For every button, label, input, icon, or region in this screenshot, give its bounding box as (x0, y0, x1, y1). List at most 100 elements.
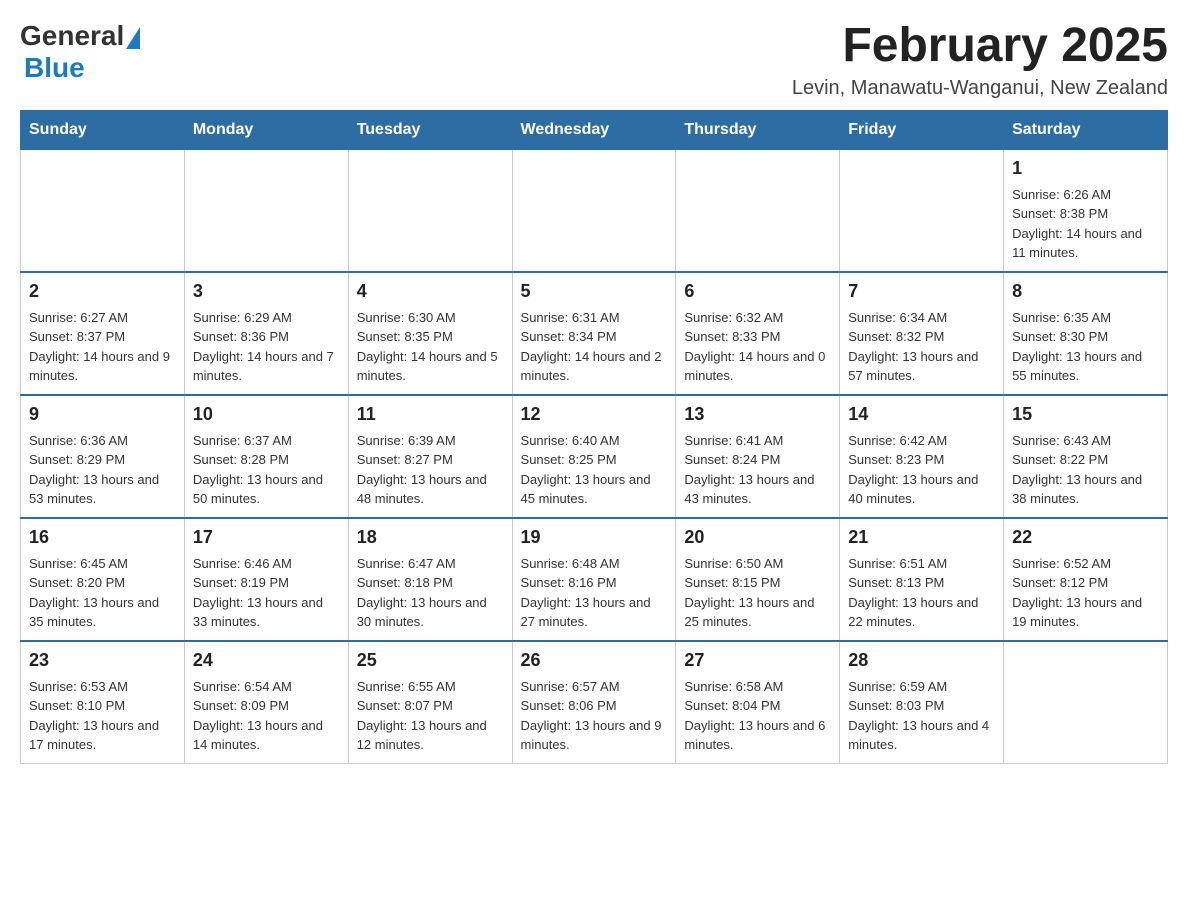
calendar-day-cell (348, 149, 512, 272)
day-number: 27 (684, 650, 831, 671)
day-number: 5 (521, 281, 668, 302)
day-number: 25 (357, 650, 504, 671)
day-number: 26 (521, 650, 668, 671)
calendar-day-cell: 22 Sunrise: 6:52 AM Sunset: 8:12 PM Dayli… (1004, 518, 1168, 641)
calendar-day-cell: 17 Sunrise: 6:46 AM Sunset: 8:19 PM Dayli… (184, 518, 348, 641)
day-of-week-header: Thursday (676, 110, 840, 149)
calendar-day-cell: 6 Sunrise: 6:32 AM Sunset: 8:33 PM Daylig… (676, 272, 840, 395)
calendar-day-cell: 8Sunrise: 6:35 AM Sunset: 8:30 PM Daylig… (1004, 272, 1168, 395)
day-info: Sunrise: 6:42 AM Sunset: 8:23 PM Dayligh… (848, 431, 995, 509)
logo: General Blue (20, 20, 140, 84)
day-info: Sunrise: 6:31 AM Sunset: 8:34 PM Dayligh… (521, 308, 668, 386)
day-info: Sunrise: 6:37 AM Sunset: 8:28 PM Dayligh… (193, 431, 340, 509)
title-section: February 2025 Levin, Manawatu-Wanganui, … (792, 20, 1168, 100)
day-number: 17 (193, 527, 340, 548)
day-of-week-header: Saturday (1004, 110, 1168, 149)
day-info: Sunrise: 6:34 AM Sunset: 8:32 PM Dayligh… (848, 308, 995, 386)
day-info: Sunrise: 6:29 AM Sunset: 8:36 PM Dayligh… (193, 308, 340, 386)
calendar-day-cell: 20Sunrise: 6:50 AM Sunset: 8:15 PM Dayli… (676, 518, 840, 641)
calendar-day-cell: 10 Sunrise: 6:37 AM Sunset: 8:28 PM Dayli… (184, 395, 348, 518)
day-of-week-header: Monday (184, 110, 348, 149)
calendar-day-cell: 13 Sunrise: 6:41 AM Sunset: 8:24 PM Dayli… (676, 395, 840, 518)
day-info: Sunrise: 6:46 AM Sunset: 8:19 PM Dayligh… (193, 554, 340, 632)
day-info: Sunrise: 6:58 AM Sunset: 8:04 PM Dayligh… (684, 677, 831, 755)
day-info: Sunrise: 6:47 AM Sunset: 8:18 PM Dayligh… (357, 554, 504, 632)
calendar-day-cell: 4 Sunrise: 6:30 AM Sunset: 8:35 PM Daylig… (348, 272, 512, 395)
calendar-header-row: SundayMondayTuesdayWednesdayThursdayFrid… (21, 110, 1168, 149)
calendar-day-cell: 18 Sunrise: 6:47 AM Sunset: 8:18 PM Dayli… (348, 518, 512, 641)
calendar-day-cell: 7 Sunrise: 6:34 AM Sunset: 8:32 PM Daylig… (840, 272, 1004, 395)
day-number: 12 (521, 404, 668, 425)
day-info: Sunrise: 6:59 AM Sunset: 8:03 PM Dayligh… (848, 677, 995, 755)
calendar-week-row: 23Sunrise: 6:53 AM Sunset: 8:10 PM Dayli… (21, 641, 1168, 764)
day-number: 21 (848, 527, 995, 548)
day-number: 10 (193, 404, 340, 425)
calendar-day-cell: 12Sunrise: 6:40 AM Sunset: 8:25 PM Dayli… (512, 395, 676, 518)
calendar-day-cell: 14 Sunrise: 6:42 AM Sunset: 8:23 PM Dayli… (840, 395, 1004, 518)
day-info: Sunrise: 6:51 AM Sunset: 8:13 PM Dayligh… (848, 554, 995, 632)
day-info: Sunrise: 6:26 AM Sunset: 8:38 PM Dayligh… (1012, 185, 1159, 263)
day-info: Sunrise: 6:32 AM Sunset: 8:33 PM Dayligh… (684, 308, 831, 386)
day-info: Sunrise: 6:57 AM Sunset: 8:06 PM Dayligh… (521, 677, 668, 755)
day-number: 18 (357, 527, 504, 548)
day-of-week-header: Wednesday (512, 110, 676, 149)
day-number: 19 (521, 527, 668, 548)
day-number: 16 (29, 527, 176, 548)
calendar-week-row: 2 Sunrise: 6:27 AM Sunset: 8:37 PM Daylig… (21, 272, 1168, 395)
month-title: February 2025 (792, 20, 1168, 73)
calendar-day-cell: 9 Sunrise: 6:36 AM Sunset: 8:29 PM Daylig… (21, 395, 185, 518)
calendar-day-cell (184, 149, 348, 272)
day-info: Sunrise: 6:35 AM Sunset: 8:30 PM Dayligh… (1012, 308, 1159, 386)
calendar-day-cell: 1 Sunrise: 6:26 AM Sunset: 8:38 PM Daylig… (1004, 149, 1168, 272)
calendar-day-cell: 21 Sunrise: 6:51 AM Sunset: 8:13 PM Dayli… (840, 518, 1004, 641)
calendar-day-cell (1004, 641, 1168, 764)
calendar-day-cell: 3Sunrise: 6:29 AM Sunset: 8:36 PM Daylig… (184, 272, 348, 395)
day-of-week-header: Sunday (21, 110, 185, 149)
day-number: 20 (684, 527, 831, 548)
day-number: 23 (29, 650, 176, 671)
day-number: 24 (193, 650, 340, 671)
day-info: Sunrise: 6:45 AM Sunset: 8:20 PM Dayligh… (29, 554, 176, 632)
day-info: Sunrise: 6:27 AM Sunset: 8:37 PM Dayligh… (29, 308, 176, 386)
day-info: Sunrise: 6:39 AM Sunset: 8:27 PM Dayligh… (357, 431, 504, 509)
day-number: 28 (848, 650, 995, 671)
calendar-day-cell: 5 Sunrise: 6:31 AM Sunset: 8:34 PM Daylig… (512, 272, 676, 395)
page-header: General Blue February 2025 Levin, Manawa… (20, 20, 1168, 100)
day-number: 15 (1012, 404, 1159, 425)
day-number: 2 (29, 281, 176, 302)
day-info: Sunrise: 6:52 AM Sunset: 8:12 PM Dayligh… (1012, 554, 1159, 632)
location-subtitle: Levin, Manawatu-Wanganui, New Zealand (792, 77, 1168, 100)
day-number: 14 (848, 404, 995, 425)
day-number: 4 (357, 281, 504, 302)
day-of-week-header: Tuesday (348, 110, 512, 149)
calendar-day-cell: 2 Sunrise: 6:27 AM Sunset: 8:37 PM Daylig… (21, 272, 185, 395)
day-number: 7 (848, 281, 995, 302)
calendar-table: SundayMondayTuesdayWednesdayThursdayFrid… (20, 110, 1168, 764)
calendar-day-cell: 24 Sunrise: 6:54 AM Sunset: 8:09 PM Dayli… (184, 641, 348, 764)
day-number: 9 (29, 404, 176, 425)
day-of-week-header: Friday (840, 110, 1004, 149)
calendar-day-cell (676, 149, 840, 272)
day-info: Sunrise: 6:30 AM Sunset: 8:35 PM Dayligh… (357, 308, 504, 386)
calendar-day-cell: 26 Sunrise: 6:57 AM Sunset: 8:06 PM Dayli… (512, 641, 676, 764)
day-info: Sunrise: 6:41 AM Sunset: 8:24 PM Dayligh… (684, 431, 831, 509)
logo-general-text: General (20, 20, 124, 52)
day-number: 22 (1012, 527, 1159, 548)
logo-triangle-icon (126, 27, 140, 49)
day-number: 13 (684, 404, 831, 425)
calendar-day-cell: 25Sunrise: 6:55 AM Sunset: 8:07 PM Dayli… (348, 641, 512, 764)
day-info: Sunrise: 6:54 AM Sunset: 8:09 PM Dayligh… (193, 677, 340, 755)
calendar-week-row: 1 Sunrise: 6:26 AM Sunset: 8:38 PM Daylig… (21, 149, 1168, 272)
calendar-day-cell: 28 Sunrise: 6:59 AM Sunset: 8:03 PM Dayli… (840, 641, 1004, 764)
day-number: 1 (1012, 158, 1159, 179)
calendar-day-cell (21, 149, 185, 272)
logo-blue-text: Blue (24, 52, 85, 84)
calendar-day-cell: 11 Sunrise: 6:39 AM Sunset: 8:27 PM Dayli… (348, 395, 512, 518)
day-info: Sunrise: 6:36 AM Sunset: 8:29 PM Dayligh… (29, 431, 176, 509)
day-info: Sunrise: 6:43 AM Sunset: 8:22 PM Dayligh… (1012, 431, 1159, 509)
calendar-day-cell: 19Sunrise: 6:48 AM Sunset: 8:16 PM Dayli… (512, 518, 676, 641)
calendar-week-row: 16 Sunrise: 6:45 AM Sunset: 8:20 PM Dayli… (21, 518, 1168, 641)
calendar-day-cell: 23Sunrise: 6:53 AM Sunset: 8:10 PM Dayli… (21, 641, 185, 764)
day-number: 11 (357, 404, 504, 425)
day-number: 6 (684, 281, 831, 302)
